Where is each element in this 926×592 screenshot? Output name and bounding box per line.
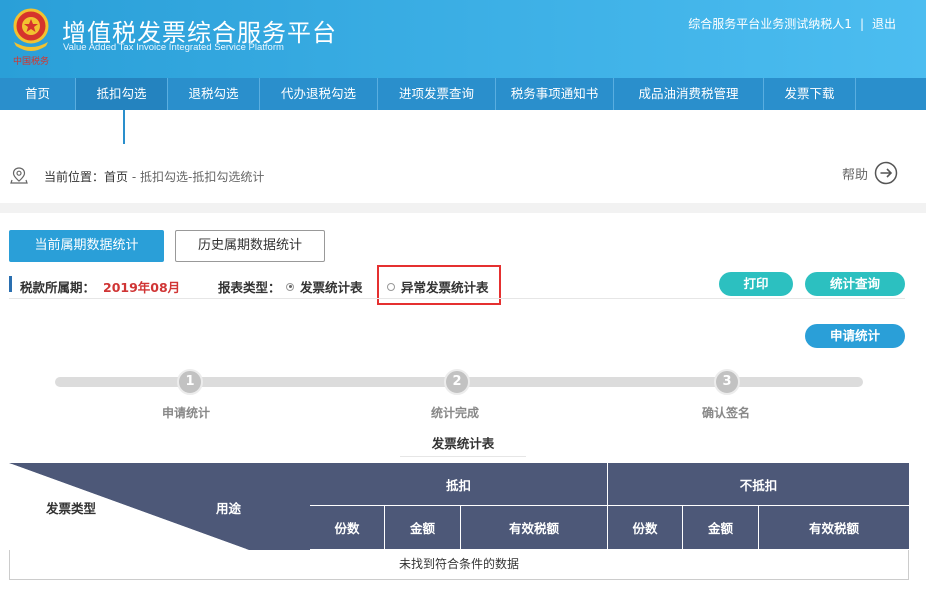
- group-header-non-deduct: 不抵扣: [608, 463, 909, 506]
- breadcrumb-home[interactable]: 首页: [104, 170, 128, 184]
- radio-invoice-stats[interactable]: 发票统计表: [286, 277, 363, 296]
- col-header-count: 份数: [608, 506, 683, 550]
- print-button[interactable]: 打印: [719, 272, 793, 296]
- table-title: 发票统计表: [431, 436, 495, 451]
- report-type-label: 报表类型：: [218, 280, 281, 295]
- app-subtitle: Value Added Tax Invoice Integrated Servi…: [63, 42, 284, 53]
- help-button[interactable]: 帮助: [842, 161, 898, 185]
- arrow-right-circle-icon: [874, 161, 898, 185]
- step-2-circle: 2: [444, 369, 470, 395]
- step-2-label: 统计完成: [431, 406, 480, 420]
- nav-item-0[interactable]: 首页: [0, 78, 76, 110]
- tax-emblem-icon: 中国税务: [13, 8, 49, 67]
- corner-left-label: 发票类型: [46, 501, 97, 516]
- step-1-circle: 1: [177, 369, 203, 395]
- help-label: 帮助: [842, 167, 869, 183]
- tab-current-period[interactable]: 当前属期数据统计: [9, 230, 164, 262]
- nav-item-1[interactable]: 抵扣勾选: [76, 78, 168, 110]
- table-title-underline: [400, 456, 526, 457]
- breadcrumb: 当前位置：首页 - 抵扣勾选-抵扣勾选统计: [44, 168, 264, 185]
- step-3-label: 确认签名: [702, 406, 751, 420]
- filter-accent-bar: [9, 276, 12, 292]
- radio-checked-icon: [286, 282, 294, 291]
- nav-item-3[interactable]: 代办退税勾选: [260, 78, 378, 110]
- group-header-deduct: 抵扣: [310, 463, 608, 506]
- apply-stats-button[interactable]: 申请统计: [805, 324, 905, 348]
- nav-item-4[interactable]: 进项发票查询: [378, 78, 496, 110]
- main-nav: 首页 抵扣勾选 退税勾选 代办退税勾选 进项发票查询 税务事项通知书 成品油消费税管理 发票下…: [0, 78, 926, 110]
- tab-history-period[interactable]: 历史属期数据统计: [175, 230, 325, 262]
- filter-divider: [9, 298, 905, 299]
- col-header-amount: 金额: [683, 506, 759, 550]
- period-value: 2019年08月: [103, 280, 181, 295]
- nav-item-6[interactable]: 成品油消费税管理: [614, 78, 764, 110]
- nav-item-7[interactable]: 发票下载: [764, 78, 856, 110]
- corner-right-label: 用途: [216, 501, 242, 516]
- location-pin-icon: [10, 167, 28, 184]
- nav-item-2[interactable]: 退税勾选: [168, 78, 260, 110]
- highlight-annotation: [377, 265, 501, 305]
- svg-text:中国税务: 中国税务: [13, 55, 49, 67]
- empty-table-message: 未找到符合条件的数据: [9, 550, 909, 580]
- radio-invoice-stats-label: 发票统计表: [300, 280, 363, 295]
- section-divider: [0, 203, 926, 213]
- user-name[interactable]: 综合服务平台业务测试纳税人1: [688, 17, 852, 31]
- breadcrumb-prefix: 当前位置：: [44, 170, 105, 184]
- step-3-circle: 3: [714, 369, 740, 395]
- period-label: 税款所属期：: [20, 280, 96, 295]
- col-header-count: 份数: [310, 506, 385, 550]
- user-area: 综合服务平台业务测试纳税人1 | 退出: [688, 17, 896, 31]
- col-header-valid-tax: 有效税额: [461, 506, 608, 550]
- app-header: 中国税务 增值税发票综合服务平台 Value Added Tax Invoice…: [0, 0, 926, 78]
- stats-query-button[interactable]: 统计查询: [805, 272, 905, 296]
- nav-item-5[interactable]: 税务事项通知书: [496, 78, 614, 110]
- col-header-valid-tax: 有效税额: [759, 506, 909, 550]
- step-1-label: 申请统计: [162, 406, 211, 420]
- logout-link[interactable]: 退出: [872, 17, 896, 31]
- breadcrumb-path: - 抵扣勾选-抵扣勾选统计: [128, 170, 265, 184]
- table-corner-cell: 发票类型 用途: [9, 463, 310, 550]
- active-nav-indicator: [123, 110, 125, 144]
- col-header-amount: 金额: [385, 506, 461, 550]
